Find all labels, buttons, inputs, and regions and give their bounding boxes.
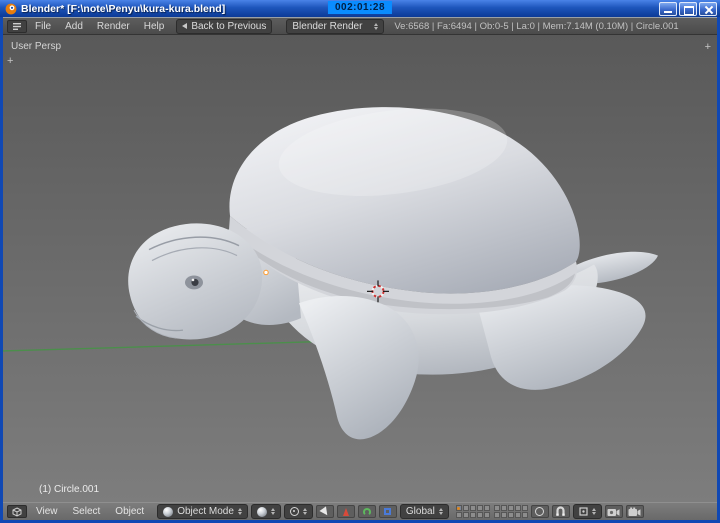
- layer-grid: [493, 505, 528, 518]
- blender-logo-icon: [5, 3, 17, 14]
- snap-magnet-icon: [556, 506, 566, 516]
- maximize-button[interactable]: [679, 1, 697, 16]
- close-button[interactable]: [699, 1, 717, 16]
- editor-type-selector-3dview[interactable]: [7, 505, 27, 518]
- layer-grid: [455, 505, 490, 518]
- menu-add[interactable]: Add: [59, 20, 89, 33]
- mode-dropdown[interactable]: Object Mode: [157, 504, 248, 519]
- render-still-button[interactable]: [604, 505, 623, 518]
- viewport-shading-icon: [256, 506, 267, 517]
- minimize-button[interactable]: [659, 1, 677, 16]
- render-animation-icon: [628, 507, 641, 516]
- scene-statistics: Ve:6568 | Fa:6494 | Ob:0-5 | La:0 | Mem:…: [394, 20, 679, 32]
- proportional-edit-button[interactable]: [530, 505, 549, 518]
- layer-cell[interactable]: [469, 512, 476, 518]
- active-object-label: (1) Circle.001: [39, 484, 100, 495]
- layer-cell[interactable]: [483, 512, 490, 518]
- layer-cell[interactable]: [514, 512, 521, 518]
- pivot-point-dropdown[interactable]: [283, 504, 313, 519]
- object-mode-sphere-icon: [163, 506, 174, 517]
- info-editor-icon: [13, 22, 21, 30]
- orientation-value: Global: [405, 506, 435, 517]
- render-animation-button[interactable]: [625, 505, 644, 518]
- titlebar-left: Blender* [F:\note\Penyu\kura-kura.blend]: [3, 3, 225, 15]
- dropdown-updown-icon: [591, 508, 596, 515]
- editor-type-selector-info[interactable]: [7, 19, 27, 33]
- viewport-3d[interactable]: User Persp + + (1) Circle.001: [3, 35, 717, 502]
- transform-orientation-dropdown[interactable]: Global: [399, 504, 449, 519]
- window-controls: [659, 1, 717, 16]
- menu-help[interactable]: Help: [138, 20, 171, 33]
- translate-manipulator-button[interactable]: [336, 505, 355, 518]
- dropdown-updown-icon: [302, 508, 307, 515]
- layer-cell[interactable]: [493, 512, 500, 518]
- window-frame: File Add Render Help Back to Previous Bl…: [0, 17, 720, 523]
- view3d-header: View Select Object Object Mode Global: [3, 502, 717, 520]
- toolshelf-expand-icon[interactable]: +: [7, 56, 13, 67]
- snap-element-icon: [579, 507, 588, 516]
- manipulator-toggle-button[interactable]: [315, 505, 334, 518]
- snap-element-dropdown[interactable]: [572, 504, 602, 519]
- titlebar[interactable]: Blender* [F:\note\Penyu\kura-kura.blend]…: [0, 0, 720, 17]
- render-engine-value: Blender Render: [292, 20, 363, 32]
- layer-cell[interactable]: [493, 505, 500, 511]
- proportional-edit-icon: [535, 507, 545, 516]
- layer-cell[interactable]: [483, 505, 490, 511]
- object-origin-dot: [263, 269, 269, 276]
- turtle-model[interactable]: [128, 97, 658, 440]
- menu-render[interactable]: Render: [91, 20, 136, 33]
- dropdown-updown-icon: [438, 508, 443, 515]
- turtle-eye: [185, 275, 203, 290]
- layer-cell[interactable]: [455, 512, 462, 518]
- translate-manipulator-icon: [342, 507, 349, 516]
- manipulator-pointer-icon: [319, 505, 331, 518]
- info-header: File Add Render Help Back to Previous Bl…: [3, 17, 717, 35]
- layer-cell[interactable]: [469, 505, 476, 511]
- dropdown-updown-icon: [270, 508, 275, 515]
- menu-view[interactable]: View: [30, 505, 64, 518]
- scale-manipulator-button[interactable]: [378, 505, 397, 518]
- layers-widget: [455, 505, 528, 518]
- layer-cell[interactable]: [476, 512, 483, 518]
- layer-cell[interactable]: [521, 505, 528, 511]
- recording-timer-badge: 002:01:28: [327, 1, 393, 14]
- dropdown-updown-icon: [237, 508, 242, 515]
- layer-cell[interactable]: [500, 505, 507, 511]
- dropdown-updown-icon: [374, 22, 379, 30]
- scale-manipulator-icon: [384, 508, 392, 515]
- editor-type-3dview-icon: [12, 506, 22, 517]
- snap-toggle-button[interactable]: [551, 505, 570, 518]
- menu-object[interactable]: Object: [109, 505, 150, 518]
- layer-cell[interactable]: [514, 505, 521, 511]
- properties-expand-icon[interactable]: +: [705, 42, 711, 53]
- rotate-manipulator-icon: [362, 507, 371, 516]
- render-still-camera-icon: [607, 508, 620, 516]
- layer-cell[interactable]: [500, 512, 507, 518]
- rotate-manipulator-button[interactable]: [357, 505, 376, 518]
- layer-cell[interactable]: [507, 505, 514, 511]
- back-to-previous-label: Back to Previous: [191, 20, 267, 32]
- viewport-shading-dropdown[interactable]: [250, 504, 281, 519]
- layer-cell[interactable]: [462, 512, 469, 518]
- back-arrow-icon: [182, 23, 188, 29]
- layer-cell[interactable]: [521, 512, 528, 518]
- back-to-previous-button[interactable]: Back to Previous: [176, 18, 273, 34]
- layer-cell[interactable]: [476, 505, 483, 511]
- blender-window: Blender* [F:\note\Penyu\kura-kura.blend]…: [0, 0, 720, 523]
- menu-file[interactable]: File: [29, 20, 57, 33]
- layer-cell[interactable]: [507, 512, 514, 518]
- render-engine-dropdown[interactable]: Blender Render: [286, 18, 385, 34]
- layer-cell[interactable]: [455, 505, 462, 511]
- pivot-point-icon: [289, 507, 299, 516]
- layer-cell[interactable]: [462, 505, 469, 511]
- window-title: Blender* [F:\note\Penyu\kura-kura.blend]: [21, 2, 226, 15]
- 3d-scene[interactable]: [3, 35, 717, 502]
- menu-select[interactable]: Select: [67, 505, 107, 518]
- view-mode-label: User Persp: [11, 41, 62, 52]
- mode-value: Object Mode: [177, 506, 234, 517]
